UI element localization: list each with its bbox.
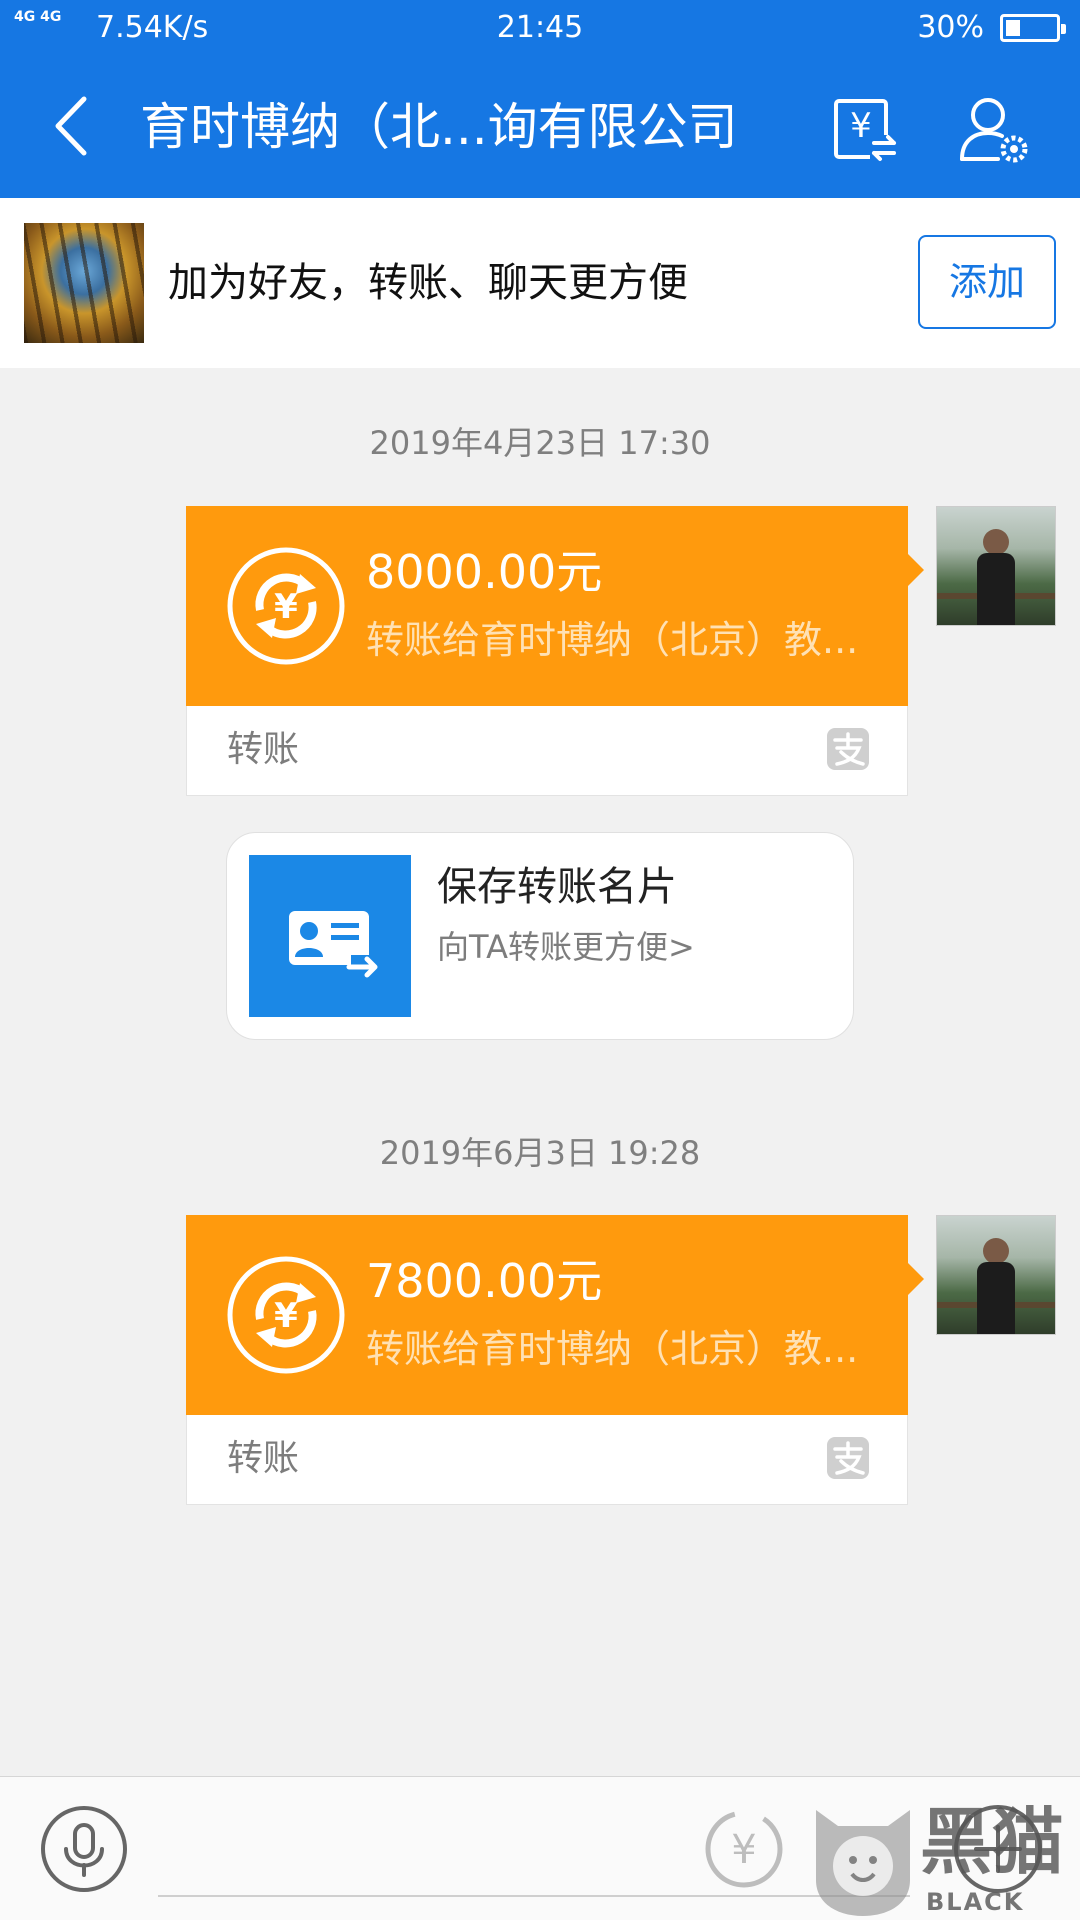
contact-settings-icon[interactable] bbox=[958, 93, 1032, 167]
transfer-card-body[interactable]: ¥ 7800.00元 转账给育时博纳（北京）教... bbox=[186, 1215, 924, 1415]
transfer-icon: ¥ bbox=[227, 547, 345, 665]
transfer-card[interactable]: ¥ 7800.00元 转账给育时博纳（北京）教... 转账 bbox=[186, 1215, 924, 1505]
transfer-record-icon[interactable]: ¥ bbox=[830, 95, 900, 165]
message-input[interactable] bbox=[158, 1895, 910, 1897]
microphone-icon[interactable] bbox=[40, 1805, 128, 1893]
battery-percent: 30% bbox=[917, 10, 984, 45]
svg-text:¥: ¥ bbox=[731, 1827, 756, 1873]
avatar-photo-head bbox=[983, 529, 1009, 555]
avatar-photo-head bbox=[983, 1238, 1009, 1264]
transfer-amount: 8000.00元 bbox=[366, 545, 603, 599]
alipay-icon bbox=[827, 1437, 869, 1479]
status-bar: 4G 4G 7.54K/s 21:45 30% bbox=[0, 0, 1080, 55]
transfer-card-body[interactable]: ¥ 8000.00元 转账给育时博纳（北京）教... bbox=[186, 506, 924, 706]
transfer-card-footer: 转账 bbox=[186, 1415, 908, 1505]
chat-title: 育时博纳（北...询有限公司 bbox=[140, 98, 738, 156]
sender-avatar[interactable] bbox=[936, 1215, 1056, 1335]
avatar-photo-body bbox=[977, 1262, 1015, 1334]
svg-text:¥: ¥ bbox=[274, 1296, 298, 1336]
cat-logo-icon bbox=[816, 1810, 910, 1916]
contact-avatar[interactable] bbox=[24, 223, 144, 343]
add-friend-message: 加为好友，转账、聊天更方便 bbox=[168, 260, 688, 306]
save-card-title: 保存转账名片 bbox=[437, 864, 677, 910]
svg-text:¥: ¥ bbox=[274, 587, 298, 627]
watermark-brand-cn: 黑猫 bbox=[920, 1800, 1065, 1884]
add-friend-button[interactable]: 添加 bbox=[918, 235, 1056, 329]
watermark-brand-en: BLACK CAT bbox=[926, 1888, 1025, 1920]
transfer-money-icon[interactable]: ¥ bbox=[704, 1809, 784, 1889]
business-card-icon bbox=[249, 855, 411, 1017]
transfer-amount: 7800.00元 bbox=[366, 1254, 603, 1308]
avatar-photo-body bbox=[977, 553, 1015, 625]
transfer-card-footer: 转账 bbox=[186, 706, 908, 796]
save-card-subtitle[interactable]: 向TA转账更方便> bbox=[437, 925, 695, 969]
add-friend-bar: 加为好友，转账、聊天更方便 添加 bbox=[0, 198, 1080, 368]
back-icon[interactable] bbox=[40, 91, 110, 161]
transfer-description: 转账给育时博纳（北京）教... bbox=[366, 1327, 859, 1371]
title-bar: 育时博纳（北...询有限公司 ¥ bbox=[0, 55, 1080, 198]
save-transfer-card[interactable]: 保存转账名片 向TA转账更方便> bbox=[226, 832, 854, 1040]
battery-level bbox=[1006, 20, 1021, 36]
battery-icon bbox=[1000, 14, 1066, 42]
transfer-label: 转账 bbox=[227, 729, 300, 770]
transfer-card[interactable]: ¥ 8000.00元 转账给育时博纳（北京）教... 转账 bbox=[186, 506, 924, 796]
watermark: 黑猫 BLACK CAT bbox=[808, 1800, 1080, 1920]
transfer-label: 转账 bbox=[227, 1438, 300, 1479]
alipay-icon bbox=[827, 728, 869, 770]
transfer-description: 转账给育时博纳（北京）教... bbox=[366, 618, 859, 662]
message-timestamp: 2019年4月23日 17:30 bbox=[369, 424, 711, 462]
sender-avatar[interactable] bbox=[936, 506, 1056, 626]
message-timestamp: 2019年6月3日 19:28 bbox=[379, 1134, 701, 1172]
transfer-icon: ¥ bbox=[227, 1256, 345, 1374]
svg-text:¥: ¥ bbox=[850, 106, 872, 146]
